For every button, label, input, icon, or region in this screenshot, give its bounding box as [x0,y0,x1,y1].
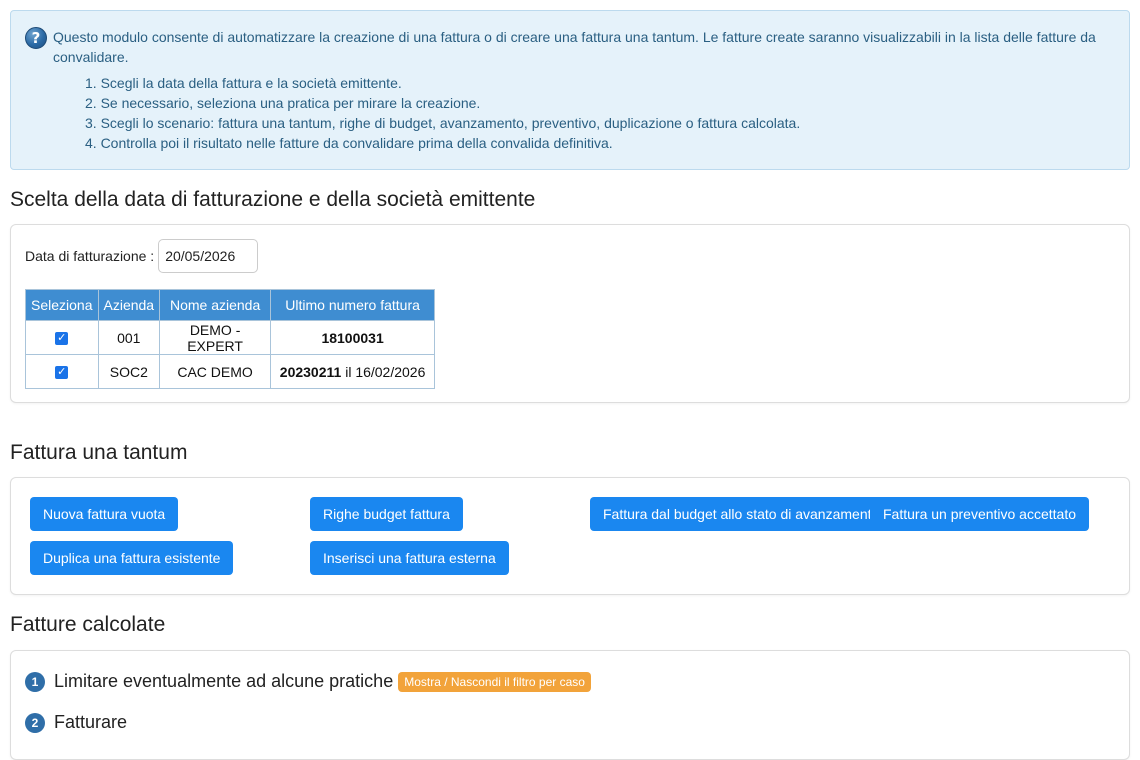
date-label: Data di fatturazione : [25,248,155,264]
info-box: ? Questo modulo consente di automatizzar… [10,10,1130,170]
external-invoice-button[interactable]: Inserisci una fattura esterna [310,541,509,575]
company-code: 001 [97,320,161,355]
step-number: 2 [25,712,45,733]
info-steps: 1. Scegli la data della fattura e la soc… [85,73,1115,153]
last-invoice-cell: 18100031 [270,320,436,355]
table-row: ✓ 001 DEMO - EXPERT 18100031 [25,320,436,355]
select-cell: ✓ [25,320,99,355]
column-header-company-name: Nome azienda [159,289,272,321]
date-row: Data di fatturazione : [25,239,259,273]
column-header-last-invoice-number: Ultimo numero fattura [270,289,436,321]
toggle-case-filter-badge[interactable]: Mostra / Nascondi il filtro per caso [398,671,591,692]
help-icon: ? [25,27,47,49]
section-title-computed-invoices: Fatture calcolate [10,613,166,636]
section-title-one-off-invoice: Fattura una tantum [10,441,188,464]
invoice-date-input[interactable] [158,239,259,273]
last-invoice-cell: 20230211 il 16/02/2026 [270,354,436,389]
info-step: 4. Controlla poi il risultato nelle fatt… [85,135,613,151]
table-row: ✓ SOC2 CAC DEMO 20230211 il 16/02/2026 [25,354,436,389]
step-invoice: 2 Fatturare [25,712,127,733]
one-off-invoice-card: Nuova fattura vuota Righe budget fattura… [10,477,1130,595]
info-step: 3. Scegli lo scenario: fattura una tantu… [85,115,801,131]
section-title-date-company: Scelta della data di fatturazione e dell… [10,188,536,211]
table-header-row: Seleziona Azienda Nome azienda Ultimo nu… [25,289,436,321]
last-invoice-number: 20230211 [279,363,342,380]
step-number: 1 [25,671,45,692]
company-checkbox[interactable]: ✓ [55,332,69,346]
column-header-company: Azienda [97,289,161,321]
date-company-card: Data di fatturazione : Seleziona Azienda… [10,224,1130,403]
company-code: SOC2 [97,354,161,389]
info-step: 2. Se necessario, seleziona una pratica … [85,95,481,111]
info-step: 1. Scegli la data della fattura e la soc… [85,75,402,91]
last-invoice-number: 18100031 [321,329,384,346]
duplicate-invoice-button[interactable]: Duplica una fattura esistente [30,541,234,575]
company-name: DEMO - EXPERT [159,320,272,355]
company-name: CAC DEMO [159,354,272,389]
company-checkbox[interactable]: ✓ [55,366,69,380]
budget-progress-invoice-button[interactable]: Fattura dal budget allo stato di avanzam… [590,497,873,531]
budget-lines-invoice-button[interactable]: Righe budget fattura [310,497,463,531]
column-header-select: Seleziona [25,289,99,321]
info-intro: Questo modulo consente di automatizzare … [53,29,1096,65]
computed-invoices-card: 1 Limitare eventualmente ad alcune prati… [10,650,1130,760]
select-cell: ✓ [25,354,99,389]
companies-table: Seleziona Azienda Nome azienda Ultimo nu… [25,289,436,389]
new-empty-invoice-button[interactable]: Nuova fattura vuota [30,497,179,531]
last-invoice-date: il 16/02/2026 [341,363,426,380]
step-limit-cases: 1 Limitare eventualmente ad alcune prati… [25,671,591,692]
accepted-quote-invoice-button[interactable]: Fattura un preventivo accettato [870,497,1089,531]
step-label: Limitare eventualmente ad alcune pratich… [54,671,394,691]
step-label: Fatturare [54,712,128,732]
